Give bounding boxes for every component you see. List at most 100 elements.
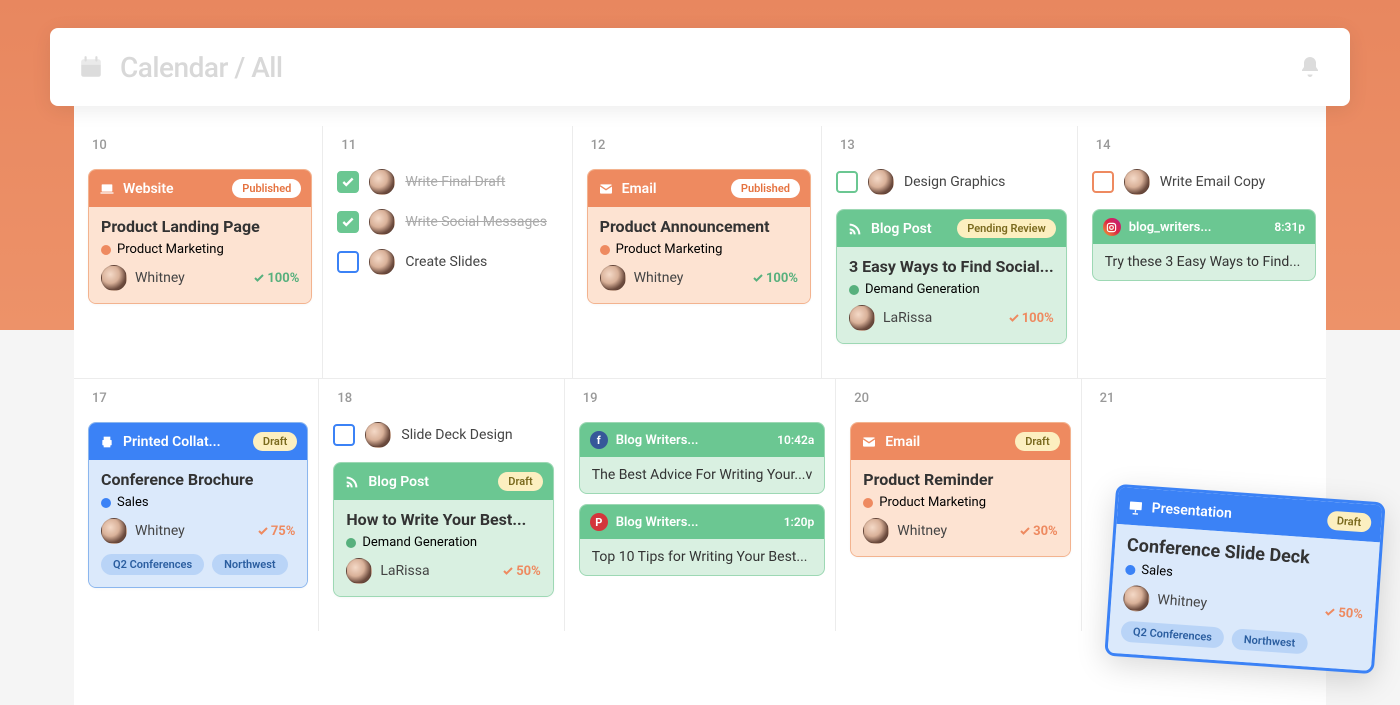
day-cell-20[interactable]: 20 Email Draft Product Reminder Product … (836, 379, 1081, 631)
avatar (369, 169, 395, 195)
content-card-print[interactable]: Printed Collat... Draft Conference Broch… (88, 422, 308, 588)
instagram-icon (1103, 218, 1121, 236)
tag-label: Demand Generation (362, 535, 477, 550)
task-row[interactable]: Create Slides (337, 249, 561, 275)
card-tag: Sales (101, 495, 295, 510)
avatar (849, 305, 875, 331)
status-badge: Draft (1015, 432, 1059, 451)
checkbox-icon[interactable] (333, 424, 355, 446)
pinterest-icon: P (590, 513, 608, 531)
content-card-website[interactable]: Website Published Product Landing Page P… (88, 169, 312, 304)
card-type-label: Email (622, 181, 657, 197)
tag-dot (849, 285, 859, 295)
card-body: Product Reminder Product Marketing Whitn… (851, 460, 1069, 556)
avatar (346, 558, 372, 584)
card-tag: Product Marketing (600, 242, 798, 257)
check-icon (502, 565, 514, 577)
task-label: Create Slides (405, 254, 487, 270)
card-tag: Demand Generation (346, 535, 540, 550)
card-body: Conference Brochure Sales Whitney 75% (89, 460, 307, 587)
social-account: Blog Writers... (616, 515, 699, 530)
day-cell-12[interactable]: 12 Email Published Product Announcement … (573, 126, 822, 378)
avatar (369, 209, 395, 235)
avatar (1124, 169, 1150, 195)
card-tag: Product Marketing (863, 495, 1057, 510)
task-label: Design Graphics (904, 174, 1005, 190)
task-row[interactable]: Write Social Messages (337, 209, 561, 235)
social-card-facebook[interactable]: f Blog Writers... 10:42a The Best Advice… (579, 422, 826, 494)
status-badge: Draft (1326, 511, 1372, 533)
card-header: Website Published (89, 170, 311, 207)
task-label: Write Final Draft (405, 174, 505, 190)
day-number: 13 (840, 138, 1067, 153)
content-card-blog[interactable]: Blog Post Draft How to Write Your Best..… (333, 462, 553, 597)
checkbox-icon[interactable] (836, 171, 858, 193)
progress-percent: 100% (1008, 311, 1054, 326)
calendar-icon (78, 54, 104, 80)
day-number: 17 (92, 391, 308, 406)
task-label: Write Email Copy (1160, 174, 1266, 190)
social-account: Blog Writers... (616, 433, 699, 448)
day-number: 11 (341, 138, 561, 153)
day-number: 10 (92, 138, 312, 153)
progress-percent: 50% (502, 564, 541, 579)
owner-name: Whitney (634, 270, 684, 286)
presentation-icon (1127, 498, 1144, 515)
card-title: Product Announcement (600, 217, 798, 236)
card-title: How to Write Your Best... (346, 510, 540, 529)
day-cell-19[interactable]: 19 f Blog Writers... 10:42a The Best Adv… (565, 379, 837, 631)
notifications-icon[interactable] (1298, 55, 1322, 79)
dragging-card-presentation[interactable]: Presentation Draft Conference Slide Deck… (1104, 484, 1385, 674)
app-header: Calendar / All (50, 28, 1350, 106)
owner-name: Whitney (1157, 592, 1208, 611)
content-card-email[interactable]: Email Published Product Announcement Pro… (587, 169, 811, 304)
checkbox-icon[interactable] (337, 251, 359, 273)
social-account: blog_writers... (1129, 220, 1212, 235)
day-cell-11[interactable]: 11 Write Final Draft Write Social Messag… (323, 126, 572, 378)
task-row[interactable]: Write Final Draft (337, 169, 561, 195)
checkbox-icon[interactable] (1092, 171, 1114, 193)
progress-percent: 75% (257, 524, 296, 539)
social-text: Top 10 Tips for Writing Your Best... (580, 539, 825, 575)
social-card-pinterest[interactable]: P Blog Writers... 1:20p Top 10 Tips for … (579, 504, 826, 576)
card-pill: Q2 Conferences (1120, 621, 1224, 649)
day-cell-13[interactable]: 13 Design Graphics Blog Post Pending Rev… (822, 126, 1078, 378)
day-cell-18[interactable]: 18 Slide Deck Design Blog Post Draft How… (319, 379, 564, 631)
day-cell-14[interactable]: 14 Write Email Copy blog_writers... 8:31… (1078, 126, 1326, 378)
content-card-email[interactable]: Email Draft Product Reminder Product Mar… (850, 422, 1070, 557)
task-row[interactable]: Slide Deck Design (333, 422, 553, 448)
check-icon (257, 525, 269, 537)
print-icon (99, 434, 115, 450)
avatar (1123, 585, 1151, 613)
tag-dot (1125, 564, 1136, 575)
facebook-icon: f (590, 431, 608, 449)
avatar (600, 265, 626, 291)
page-title: Calendar / All (120, 51, 283, 84)
checkbox-icon[interactable] (337, 211, 359, 233)
check-icon (1324, 606, 1337, 619)
card-type-label: Blog Post (368, 474, 429, 490)
task-row[interactable]: Design Graphics (836, 169, 1067, 195)
tag-dot (600, 245, 610, 255)
card-title: 3 Easy Ways to Find Social... (849, 257, 1054, 276)
card-body: Product Announcement Product Marketing W… (588, 207, 810, 303)
checkbox-icon[interactable] (337, 171, 359, 193)
social-time: 8:31p (1274, 220, 1305, 234)
card-pill: Northwest (212, 554, 287, 575)
day-cell-17[interactable]: 17 Printed Collat... Draft Conference Br… (74, 379, 319, 631)
rss-icon (344, 474, 360, 490)
email-icon (598, 181, 614, 197)
owner-name: LaRissa (883, 310, 932, 326)
check-icon (1008, 312, 1020, 324)
day-number: 19 (583, 391, 826, 406)
check-icon (253, 272, 265, 284)
day-cell-10[interactable]: 10 Website Published Product Landing Pag… (74, 126, 323, 378)
status-badge: Draft (498, 472, 542, 491)
task-row[interactable]: Write Email Copy (1092, 169, 1316, 195)
social-card-instagram[interactable]: blog_writers... 8:31p Try these 3 Easy W… (1092, 209, 1316, 281)
day-number: 18 (337, 391, 553, 406)
card-type-label: Website (123, 181, 174, 197)
laptop-icon (99, 181, 115, 197)
card-body: How to Write Your Best... Demand Generat… (334, 500, 552, 596)
content-card-blog[interactable]: Blog Post Pending Review 3 Easy Ways to … (836, 209, 1067, 344)
